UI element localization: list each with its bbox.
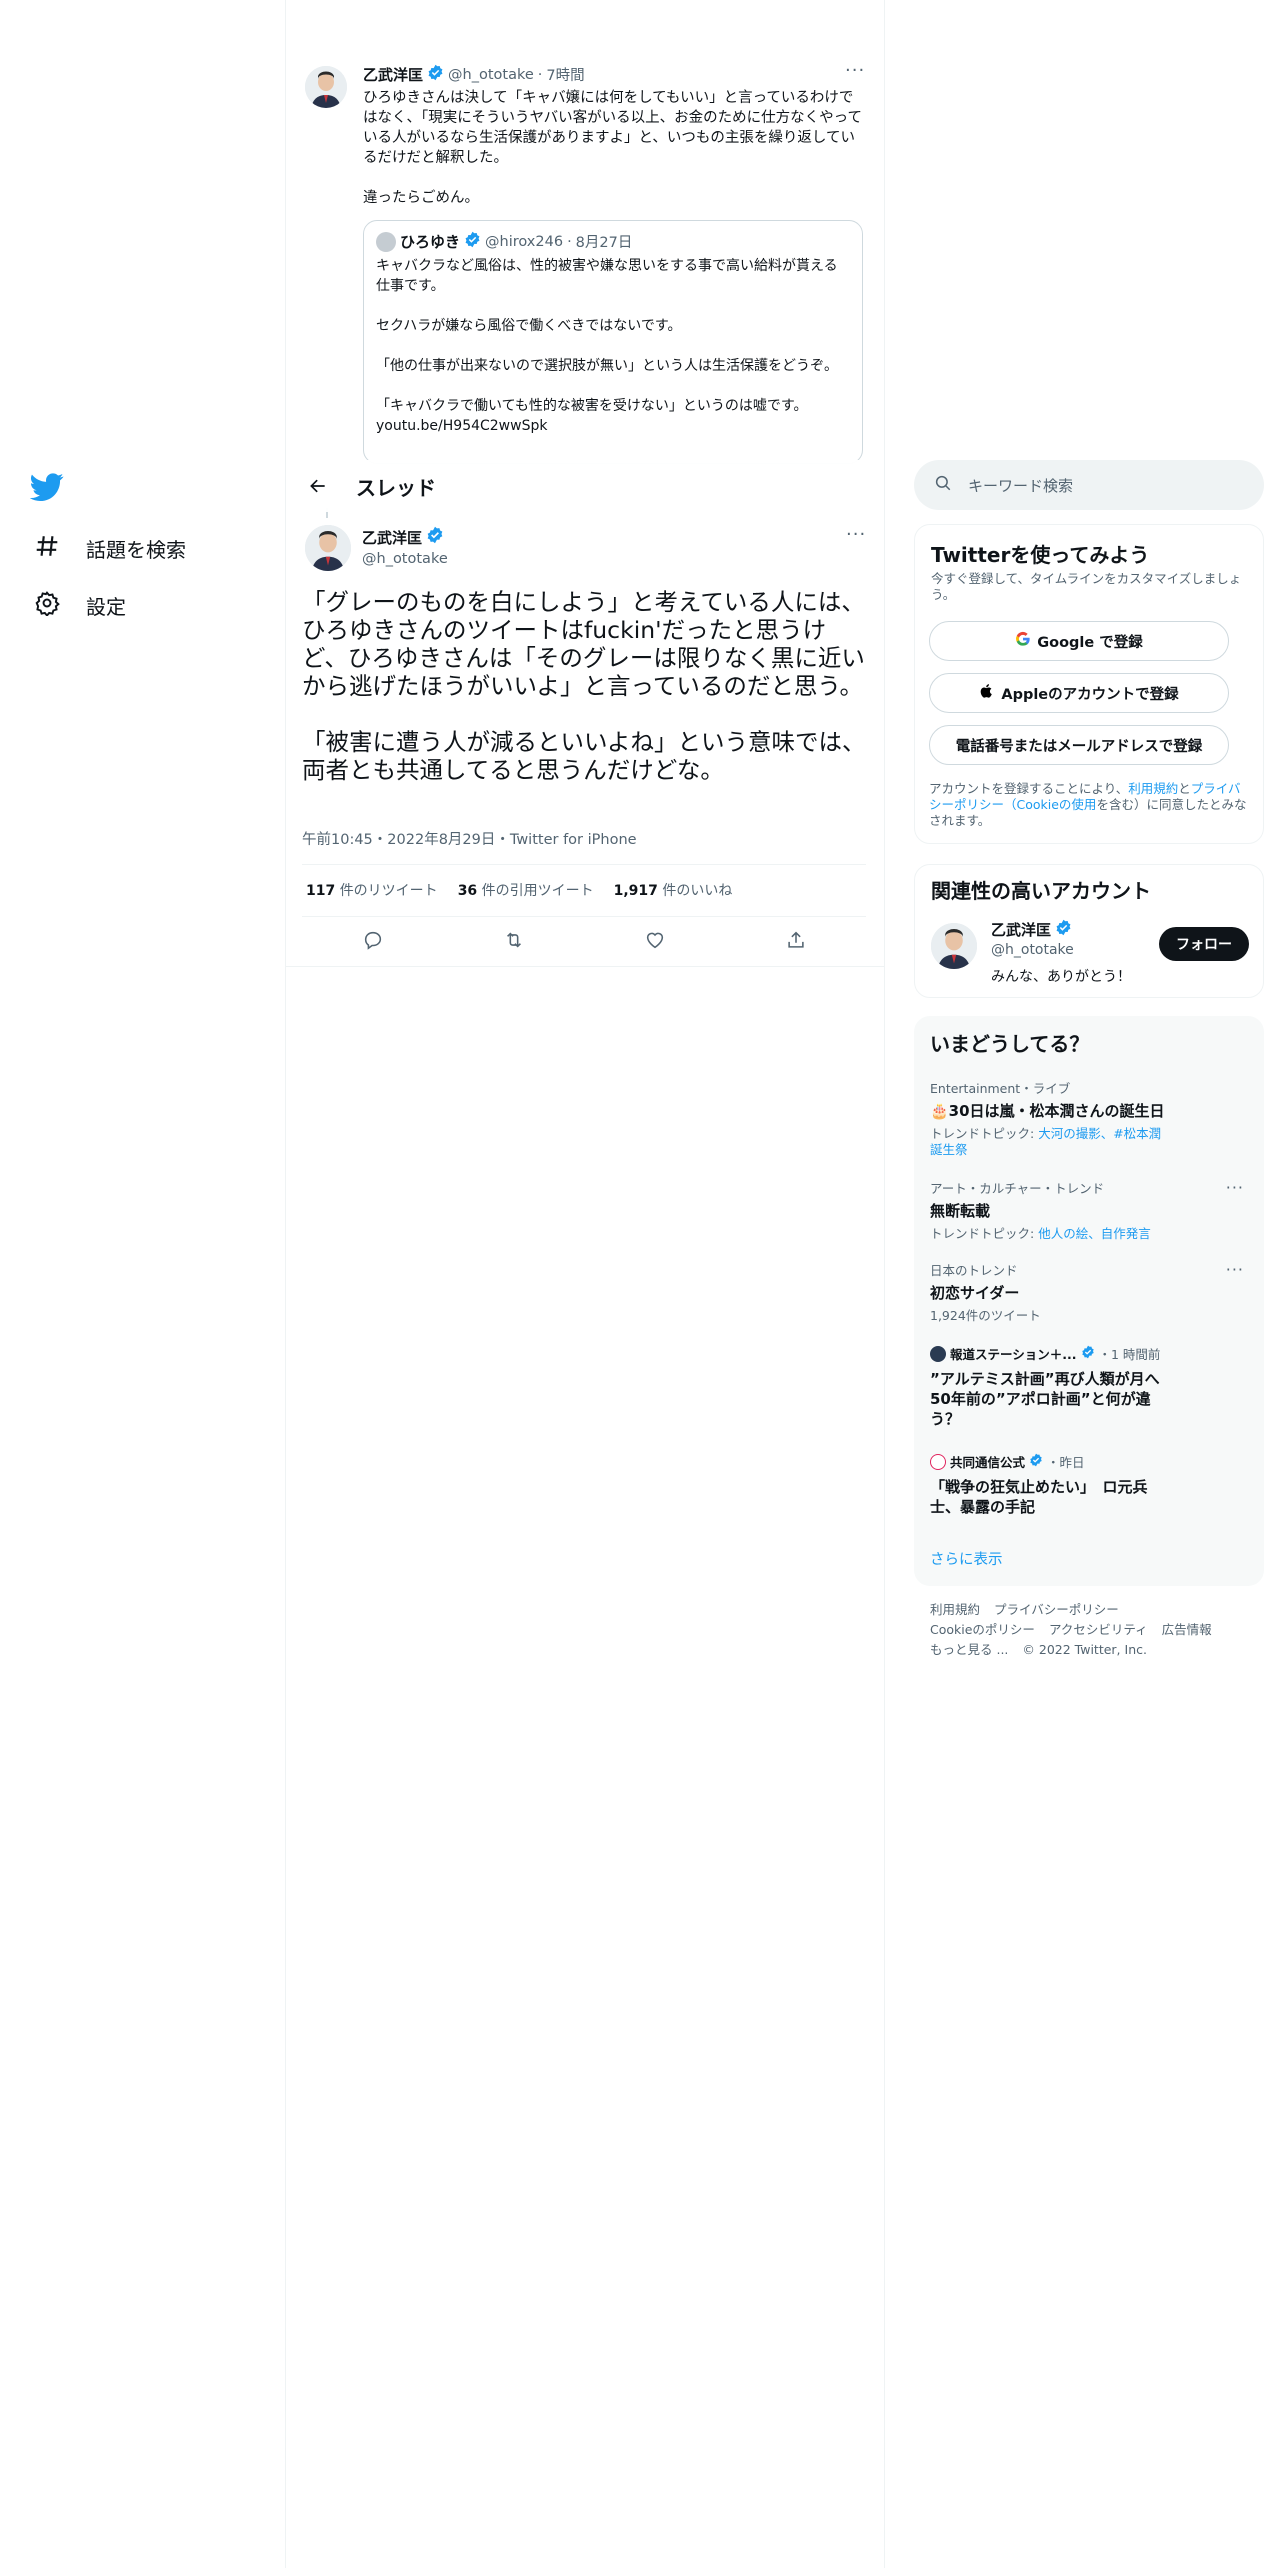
related-bio: みんな、ありがとう！: [991, 969, 1131, 985]
trends-title: いまどうしてる？: [930, 1032, 1090, 1056]
google-signup-button[interactable]: Google で登録: [929, 621, 1229, 661]
more-options-icon[interactable]: ···: [1226, 1178, 1244, 1197]
trend-item[interactable]: Entertainment・ライブ 🎂30日は嵐・松本潤さんの誕生日 トレンドト…: [930, 1078, 1240, 1158]
gear-icon: [34, 590, 60, 621]
more-options-icon[interactable]: ···: [846, 524, 866, 545]
footer-link[interactable]: 利用規約: [930, 1602, 980, 1617]
signup-subtitle: 今すぐ登録して、タイムラインをカスタマイズしましょう。: [931, 571, 1242, 602]
related-accounts-card: 関連性の高いアカウント 乙武洋匡 @h_ototake みんな、ありがとう！ フ…: [914, 864, 1264, 998]
hashtag-icon: [34, 533, 60, 564]
nav-explore-label: 話題を検索: [86, 538, 186, 562]
tweet-timestamp[interactable]: 午前10:45・2022年8月29日・Twitter for iPhone: [302, 828, 637, 849]
page-title: スレッド: [356, 475, 436, 500]
twitter-logo-icon[interactable]: [29, 470, 64, 504]
search-input[interactable]: キーワード検索: [968, 475, 1073, 496]
main-column-border: [884, 0, 885, 2568]
left-column-border: [285, 0, 286, 2568]
footer-link[interactable]: アクセシビリティ: [1049, 1622, 1148, 1637]
trends-card: いまどうしてる？ Entertainment・ライブ 🎂30日は嵐・松本潤さんの…: [914, 1016, 1264, 1586]
quote-author-handle: @hirox246: [485, 233, 564, 250]
verified-badge-icon: [426, 526, 444, 548]
footer-links: 利用規約 プライバシーポリシー Cookieのポリシー アクセシビリティ 広告情報 も…: [930, 1600, 1260, 1660]
avatar[interactable]: [305, 66, 347, 108]
retweet-count-link[interactable]: 117 件のリツイート: [306, 880, 438, 900]
related-handle: @h_ototake: [991, 942, 1074, 958]
quote-text: キャバクラなど風俗は、性的被害や嫌な思いをする事で高い給料が貰える仕事です。 セ…: [376, 258, 838, 414]
quote-author-name: ひろゆき: [400, 233, 461, 251]
nav-settings[interactable]: 設定: [34, 590, 126, 621]
nav-settings-label: 設定: [86, 595, 126, 619]
avatar[interactable]: [305, 525, 351, 571]
more-options-icon[interactable]: ···: [845, 60, 865, 81]
nav-explore[interactable]: 話題を検索: [34, 533, 186, 564]
quote-count-link[interactable]: 36 件の引用ツイート: [458, 880, 594, 900]
author-handle[interactable]: @h_ototake: [448, 67, 534, 83]
signup-terms: アカウントを登録することにより、利用規約とプライバシーポリシー（Cookieの使…: [929, 781, 1247, 828]
quote-time: 8月27日: [575, 235, 633, 251]
avatar[interactable]: [931, 923, 977, 969]
news-item[interactable]: 共同通信公式 ・昨日 「戦争の狂気止めたい」 ロ元兵士、暴露の手記: [930, 1452, 1170, 1517]
footer-link[interactable]: 広告情報: [1162, 1622, 1212, 1637]
related-account-info[interactable]: 乙武洋匡 @h_ototake みんな、ありがとう！: [991, 919, 1131, 986]
back-arrow-icon[interactable]: [300, 468, 336, 504]
apple-signup-button[interactable]: Appleのアカウントで登録: [929, 673, 1229, 713]
related-title: 関連性の高いアカウント: [931, 879, 1151, 903]
footer-link[interactable]: プライバシーポリシー: [994, 1602, 1119, 1617]
trend-item[interactable]: 日本のトレンド 初恋サイダー 1,924件のツイート: [930, 1260, 1240, 1324]
like-icon[interactable]: [644, 929, 666, 955]
quoted-tweet[interactable]: ひろゆき @hirox246 · 8月27日 キャバクラなど風俗は、性的被害や嫌…: [363, 220, 863, 464]
show-more-link[interactable]: さらに表示: [930, 1548, 1003, 1569]
divider: [302, 864, 866, 865]
like-count-link[interactable]: 1,917 件のいいね: [614, 880, 733, 900]
footer-link[interactable]: Cookieのポリシー: [930, 1622, 1035, 1637]
phone-email-signup-button[interactable]: 電話番号またはメールアドレスで登録: [929, 725, 1229, 765]
search-icon: [934, 474, 952, 496]
quote-link[interactable]: youtu.be/H954C2wwSpk: [376, 416, 850, 436]
search-box[interactable]: キーワード検索: [914, 460, 1264, 510]
main-tweet-author[interactable]: 乙武洋匡 @h_ototake: [362, 526, 448, 567]
main-tweet-text: 「グレーのものを白にしよう」と考えている人には、ひろゆきさんのツイートはfuck…: [302, 588, 866, 784]
news-source-icon: [930, 1345, 946, 1362]
verified-badge-icon: [1081, 1345, 1095, 1362]
author-handle[interactable]: @h_ototake: [362, 551, 448, 567]
tweet-time[interactable]: 7時間: [546, 64, 584, 85]
verified-badge-icon: [427, 64, 444, 85]
tweet-stats: 117 件のリツイート 36 件の引用ツイート 1,917 件のいいね: [306, 880, 732, 900]
verified-badge-icon: [1029, 1453, 1043, 1470]
verified-badge-icon: [1055, 919, 1072, 940]
more-options-icon[interactable]: ···: [1226, 1260, 1244, 1279]
divider: [302, 916, 866, 917]
follow-button[interactable]: フォロー: [1159, 927, 1249, 961]
signup-card: Twitterを使ってみよう 今すぐ登録して、タイムラインをカスタマイズしましょ…: [914, 524, 1264, 844]
share-icon[interactable]: [785, 929, 807, 955]
thread-header: スレッド: [286, 460, 884, 512]
apple-icon: [979, 683, 995, 703]
copyright: © 2022 Twitter, Inc.: [1022, 1642, 1147, 1657]
reply-icon[interactable]: [362, 929, 384, 955]
tweet-text: ひろゆきさんは決して「キャバ嬢には何をしてもいい」と言っているわけではなく、「現…: [363, 90, 862, 206]
terms-link[interactable]: 利用規約: [1128, 781, 1178, 796]
news-item[interactable]: 報道ステーション＋... ・1 時間前 ”アルテミス計画”再び人類が月へ 50年…: [930, 1344, 1175, 1429]
author-name[interactable]: 乙武洋匡: [362, 527, 422, 548]
divider: [286, 966, 884, 967]
footer-more-link[interactable]: もっと見る ...: [930, 1642, 1008, 1657]
news-source-icon: [930, 1453, 946, 1470]
signup-title: Twitterを使ってみよう: [931, 543, 1150, 567]
author-name[interactable]: 乙武洋匡: [363, 64, 423, 85]
trend-item[interactable]: アート・カルチャー・トレンド 無断転載 トレンドトピック: 他人の絵、自作発言: [930, 1178, 1240, 1242]
related-name: 乙武洋匡: [991, 921, 1052, 939]
verified-badge-icon: [464, 231, 481, 252]
action-bar: [302, 926, 866, 958]
quote-avatar: [376, 231, 396, 252]
google-icon: [1015, 631, 1031, 651]
retweet-icon[interactable]: [503, 929, 525, 955]
